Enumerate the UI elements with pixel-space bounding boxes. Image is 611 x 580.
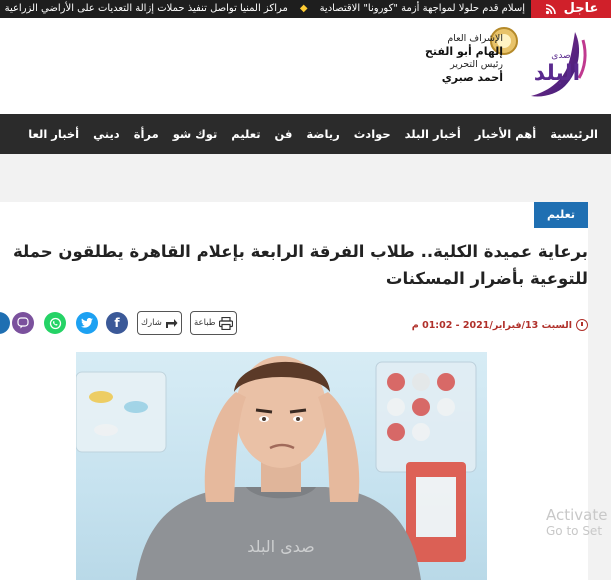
- nav-item-home[interactable]: الرئيسية: [543, 127, 605, 141]
- nav-item-woman[interactable]: مرأة: [127, 127, 166, 141]
- print-label: طباعة: [194, 318, 216, 328]
- content-area: تعليم برعاية عميدة الكلية.. طلاب الفرقة …: [0, 154, 611, 580]
- ticker-item[interactable]: إسلام قدم حلولا لمواجهة أزمة "كورونا" ال…: [320, 0, 525, 18]
- article-date: السبت 13/فبراير/2021 - 01:02 م: [412, 316, 588, 334]
- editor-name: أحمد صبري: [441, 71, 503, 84]
- share-arrow-icon: [165, 319, 178, 328]
- breaking-label: عاجل: [563, 1, 599, 16]
- svg-text:صدى: صدى: [551, 51, 570, 61]
- headache-man-illustration: صدى البلد: [76, 356, 477, 580]
- printer-icon: [218, 316, 233, 330]
- clock-icon: [576, 319, 588, 331]
- article-card: تعليم برعاية عميدة الكلية.. طلاب الفرقة …: [0, 202, 588, 580]
- activation-line2: Go to Set: [546, 524, 603, 538]
- activation-line1: Activate: [546, 506, 608, 524]
- editorial-staff: الإشراف العام إلهام أبو الفتح رئيس التحر…: [383, 32, 503, 84]
- share-toolbar: طباعة شارك f: [0, 310, 250, 338]
- viber-phone-icon: [17, 317, 29, 329]
- image-watermark: صدى البلد: [247, 537, 314, 556]
- site-logo[interactable]: البلد صدى: [513, 28, 593, 103]
- ticker-item[interactable]: مراكز المنيا تواصل تنفيذ حملات إزالة الت…: [5, 0, 288, 18]
- svg-text:البلد: البلد: [534, 61, 580, 86]
- nav-item-art[interactable]: فن: [268, 127, 300, 141]
- breaking-news-bar: عاجل إسلام قدم حلولا لمواجهة أزمة "كورون…: [0, 0, 611, 18]
- twitter-bird-icon: [81, 318, 93, 328]
- date-text: السبت 13/فبراير/2021 - 01:02 م: [411, 319, 572, 331]
- nav-item-local-news[interactable]: أخبار البلد: [398, 127, 468, 141]
- nav-item-talk-show[interactable]: توك شو: [166, 127, 225, 141]
- share-label: شارك: [141, 318, 162, 328]
- ticker-items: إسلام قدم حلولا لمواجهة أزمة "كورونا" ال…: [5, 0, 525, 18]
- breaking-badge[interactable]: عاجل: [531, 0, 611, 18]
- supervision-label: الإشراف العام: [447, 33, 503, 44]
- rss-icon: [543, 2, 558, 16]
- site-header: البلد صدى الإشراف العام إلهام أبو الفتح …: [0, 18, 611, 114]
- twitter-icon[interactable]: [76, 312, 98, 334]
- nav-item-sports[interactable]: رياضة: [299, 127, 346, 141]
- nav-item-world-news[interactable]: أخبار العا: [21, 127, 86, 141]
- nav-item-religion[interactable]: ديني: [86, 127, 127, 141]
- article-headline: برعاية عميدة الكلية.. طلاب الفرقة الرابع…: [12, 242, 588, 288]
- whatsapp-icon[interactable]: [44, 312, 66, 334]
- print-button[interactable]: طباعة: [190, 311, 237, 335]
- share-button[interactable]: شارك: [137, 311, 182, 335]
- category-badge[interactable]: تعليم: [534, 202, 588, 228]
- nav-item-accidents[interactable]: حوادث: [347, 127, 398, 141]
- whatsapp-phone-icon: [49, 317, 61, 329]
- viber-icon[interactable]: [12, 312, 34, 334]
- article-image: صدى البلد: [76, 352, 487, 580]
- nav-item-top-news[interactable]: أهم الأخبار: [468, 127, 543, 141]
- ticker-separator-icon: ◆: [299, 3, 308, 14]
- facebook-icon[interactable]: f: [106, 312, 128, 334]
- nav-item-education[interactable]: تعليم: [224, 127, 267, 141]
- editor-label: رئيس التحرير: [450, 59, 503, 70]
- more-share-icon[interactable]: [0, 312, 10, 334]
- supervisor-name: إلهام أبو الفتح: [424, 45, 503, 58]
- main-nav: الرئيسية أهم الأخبار أخبار البلد حوادث ر…: [0, 114, 611, 154]
- windows-activation-watermark: Activate Go to Set: [546, 506, 607, 538]
